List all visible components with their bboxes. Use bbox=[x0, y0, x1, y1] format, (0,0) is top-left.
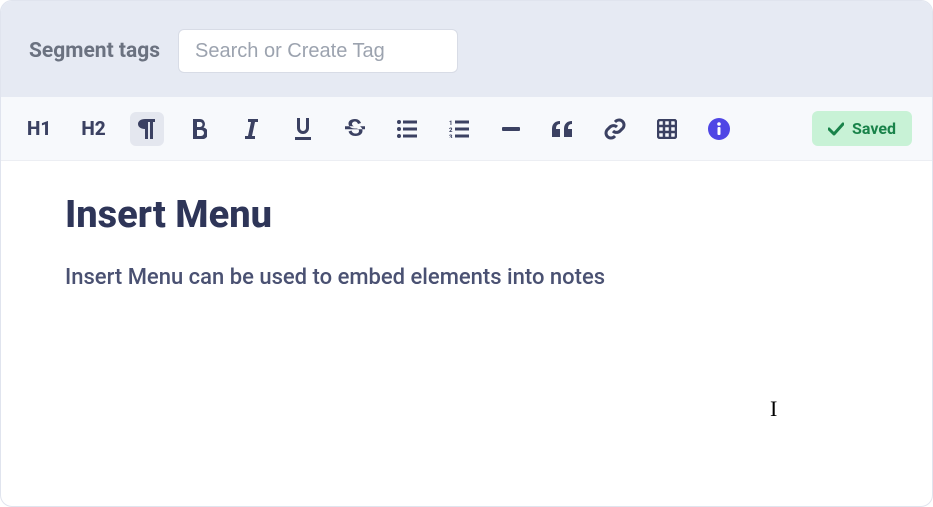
text-cursor-icon: I bbox=[770, 396, 777, 422]
saved-label: Saved bbox=[852, 119, 896, 138]
link-button[interactable] bbox=[598, 112, 632, 146]
tag-search-input[interactable] bbox=[178, 29, 458, 73]
table-button[interactable] bbox=[650, 112, 684, 146]
app-frame: Segment tags H1 H2 bbox=[0, 0, 933, 507]
strikethrough-button[interactable] bbox=[338, 112, 372, 146]
info-button[interactable] bbox=[702, 112, 736, 146]
ordered-list-button[interactable]: 123 bbox=[442, 112, 476, 146]
underline-button[interactable] bbox=[286, 112, 320, 146]
minus-icon bbox=[502, 127, 520, 131]
horizontal-rule-button[interactable] bbox=[494, 112, 528, 146]
table-icon bbox=[657, 119, 677, 139]
ordered-list-icon: 123 bbox=[449, 120, 469, 138]
link-icon bbox=[604, 118, 626, 140]
note-body[interactable]: Insert Menu can be used to embed element… bbox=[65, 265, 868, 290]
heading2-button[interactable]: H2 bbox=[75, 112, 111, 146]
italic-icon bbox=[244, 119, 258, 139]
note-title[interactable]: Insert Menu bbox=[65, 193, 868, 237]
quote-icon bbox=[552, 121, 574, 137]
svg-text:2: 2 bbox=[449, 127, 453, 134]
svg-text:3: 3 bbox=[449, 134, 453, 138]
segment-tags-label: Segment tags bbox=[29, 39, 160, 63]
check-icon bbox=[828, 122, 844, 136]
editor-toolbar: H1 H2 bbox=[1, 97, 932, 161]
italic-button[interactable] bbox=[234, 112, 268, 146]
bold-button[interactable] bbox=[182, 112, 216, 146]
paragraph-button[interactable] bbox=[130, 112, 164, 146]
editor-area[interactable]: Insert Menu Insert Menu can be used to e… bbox=[1, 161, 932, 322]
info-icon bbox=[708, 118, 730, 140]
blockquote-button[interactable] bbox=[546, 112, 580, 146]
strikethrough-icon bbox=[345, 119, 365, 139]
save-status-badge: Saved bbox=[812, 111, 912, 146]
underline-icon bbox=[294, 118, 312, 140]
bullet-list-button[interactable] bbox=[390, 112, 424, 146]
svg-text:1: 1 bbox=[449, 120, 452, 127]
heading1-button[interactable]: H1 bbox=[21, 112, 57, 146]
bullet-list-icon bbox=[397, 120, 417, 138]
tags-bar: Segment tags bbox=[1, 1, 932, 97]
pilcrow-icon bbox=[138, 119, 156, 139]
bold-icon bbox=[191, 119, 207, 139]
